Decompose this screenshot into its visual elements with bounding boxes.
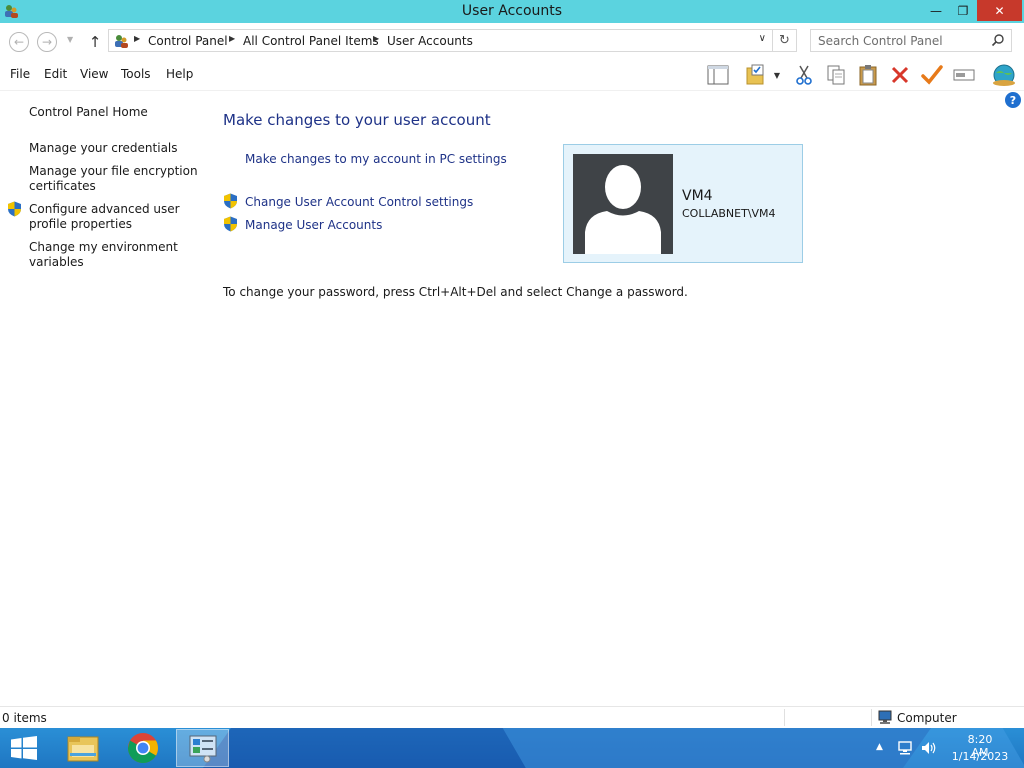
forward-button[interactable]: → [37, 32, 57, 52]
forward-arrow-icon: → [41, 35, 53, 49]
back-arrow-icon: ← [13, 35, 25, 49]
minimize-button[interactable]: — [922, 0, 950, 21]
user-name: VM4 [682, 188, 713, 204]
paste-icon[interactable] [856, 63, 880, 87]
cut-icon[interactable] [792, 63, 816, 87]
close-button[interactable]: ✕ [977, 0, 1022, 21]
control-panel-home-link[interactable]: Control Panel Home [29, 105, 199, 120]
status-divider [784, 709, 785, 726]
item-count: 0 items [2, 711, 47, 725]
password-instructions: To change your password, press Ctrl+Alt+… [223, 285, 688, 299]
search-icon[interactable] [991, 33, 1005, 47]
address-row: ← → ▼ ↑ ▶ Control Panel ▶ All Control Pa… [0, 23, 1024, 59]
address-bar[interactable]: ▶ Control Panel ▶ All Control Panel Item… [108, 29, 773, 52]
window-title: User Accounts [461, 3, 563, 19]
show-hidden-icons-chevron-icon[interactable]: ▲ [876, 742, 883, 752]
chrome-icon [127, 733, 158, 764]
search-box[interactable] [810, 29, 1012, 52]
menu-file[interactable]: File [10, 67, 30, 81]
uac-shield-icon [224, 193, 237, 209]
control-panel-icon [189, 735, 216, 763]
file-explorer-icon [67, 736, 98, 762]
breadcrumb-all-items[interactable]: All Control Panel Items [243, 34, 379, 48]
user-domain: COLLABNET\VM4 [682, 207, 776, 220]
breadcrumb-chevron-icon[interactable]: ▶ [373, 34, 379, 43]
up-arrow-icon[interactable]: ↑ [86, 32, 104, 52]
user-silhouette-icon [585, 165, 661, 254]
search-input[interactable] [818, 31, 988, 51]
folder-check-icon[interactable] [744, 63, 768, 87]
breadcrumb-chevron-icon[interactable]: ▶ [134, 34, 140, 43]
avatar[interactable] [573, 154, 673, 254]
breadcrumb-control-panel[interactable]: Control Panel [148, 34, 228, 48]
globe-icon[interactable] [990, 63, 1018, 87]
menu-bar: File Edit View Tools Help ▼ [0, 59, 1024, 91]
taskbar: ▲ [0, 728, 1024, 768]
copy-icon[interactable] [824, 63, 848, 87]
taskbar-file-explorer[interactable] [56, 729, 109, 767]
title-bar: User Accounts — ❐ ✕ [0, 0, 1024, 23]
windows-start-icon[interactable] [10, 736, 38, 760]
menu-view[interactable]: View [80, 67, 108, 81]
status-bar: 0 items Computer [0, 706, 1024, 728]
help-icon[interactable]: ? [1005, 92, 1021, 108]
environment-variables-link[interactable]: Change my environment variables [29, 240, 199, 270]
address-dropdown-chevron-icon[interactable]: ∨ [759, 33, 766, 44]
back-button[interactable]: ← [9, 32, 29, 52]
rename-icon[interactable] [952, 63, 976, 87]
advanced-profile-properties-link[interactable]: Configure advanced user profile properti… [29, 202, 199, 232]
taskbar-control-panel[interactable] [176, 729, 229, 767]
wallpaper-wave [496, 728, 1024, 768]
breadcrumb-user-accounts[interactable]: User Accounts [387, 34, 473, 48]
volume-icon[interactable] [920, 740, 938, 756]
maximize-button[interactable]: ❐ [950, 0, 976, 21]
uac-settings-link[interactable]: Change User Account Control settings [245, 195, 473, 209]
network-icon[interactable] [897, 740, 913, 756]
restore-icon: ❐ [957, 3, 969, 18]
panel-layout-icon[interactable] [706, 63, 730, 87]
uac-shield-icon [8, 201, 21, 217]
close-icon: ✕ [994, 3, 1005, 18]
breadcrumb-chevron-icon[interactable]: ▶ [229, 34, 235, 43]
taskbar-chrome[interactable] [116, 729, 169, 767]
user-account-card[interactable]: VM4 COLLABNET\VM4 [563, 144, 803, 263]
manage-user-accounts-link[interactable]: Manage User Accounts [245, 218, 382, 232]
computer-icon [878, 710, 892, 724]
delete-icon[interactable] [888, 63, 912, 87]
menu-tools[interactable]: Tools [121, 67, 151, 81]
manage-credentials-link[interactable]: Manage your credentials [29, 141, 199, 156]
folder-options-chevron-icon[interactable]: ▼ [770, 63, 784, 87]
refresh-button[interactable]: ↻ [773, 29, 797, 52]
recent-locations-chevron-icon[interactable]: ▼ [67, 35, 73, 44]
refresh-icon: ↻ [779, 33, 790, 48]
control-panel-icon [115, 35, 128, 48]
minimize-icon: — [930, 3, 942, 18]
status-divider [871, 709, 872, 726]
menu-help[interactable]: Help [166, 67, 193, 81]
pc-settings-link[interactable]: Make changes to my account in PC setting… [245, 152, 507, 166]
menu-edit[interactable]: Edit [44, 67, 67, 81]
checkmark-icon[interactable] [920, 63, 944, 87]
uac-shield-icon [224, 216, 237, 232]
file-encryption-certificates-link[interactable]: Manage your file encryption certificates [29, 164, 199, 194]
clock-date[interactable]: 1/14/2023 [950, 750, 1010, 763]
zone-label: Computer [897, 711, 957, 725]
page-title: Make changes to your user account [223, 111, 491, 129]
